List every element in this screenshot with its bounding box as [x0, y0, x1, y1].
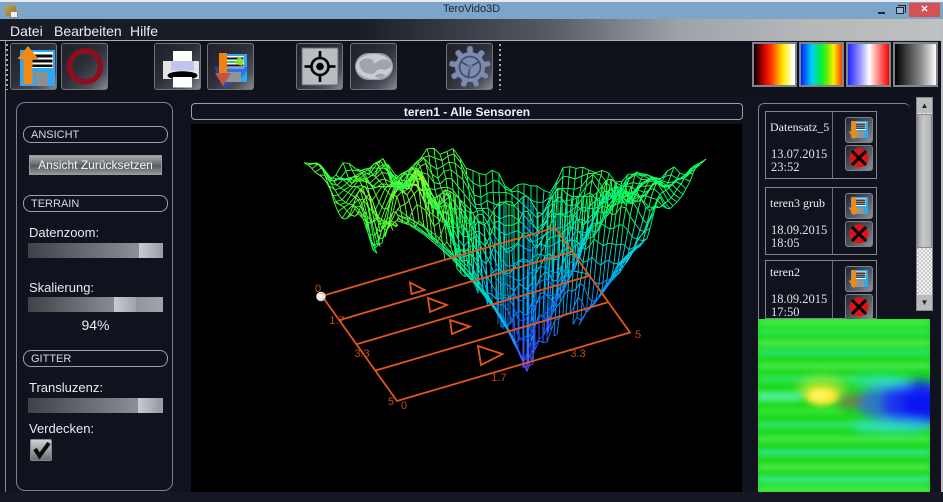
svg-text:3.3: 3.3	[354, 348, 369, 360]
svg-text:0: 0	[401, 400, 407, 412]
svg-text:1.7: 1.7	[329, 315, 344, 327]
svg-text:5: 5	[635, 329, 641, 341]
svg-text:5: 5	[388, 396, 394, 408]
svg-text:1.7: 1.7	[491, 372, 506, 384]
svg-text:3.3: 3.3	[570, 348, 585, 360]
